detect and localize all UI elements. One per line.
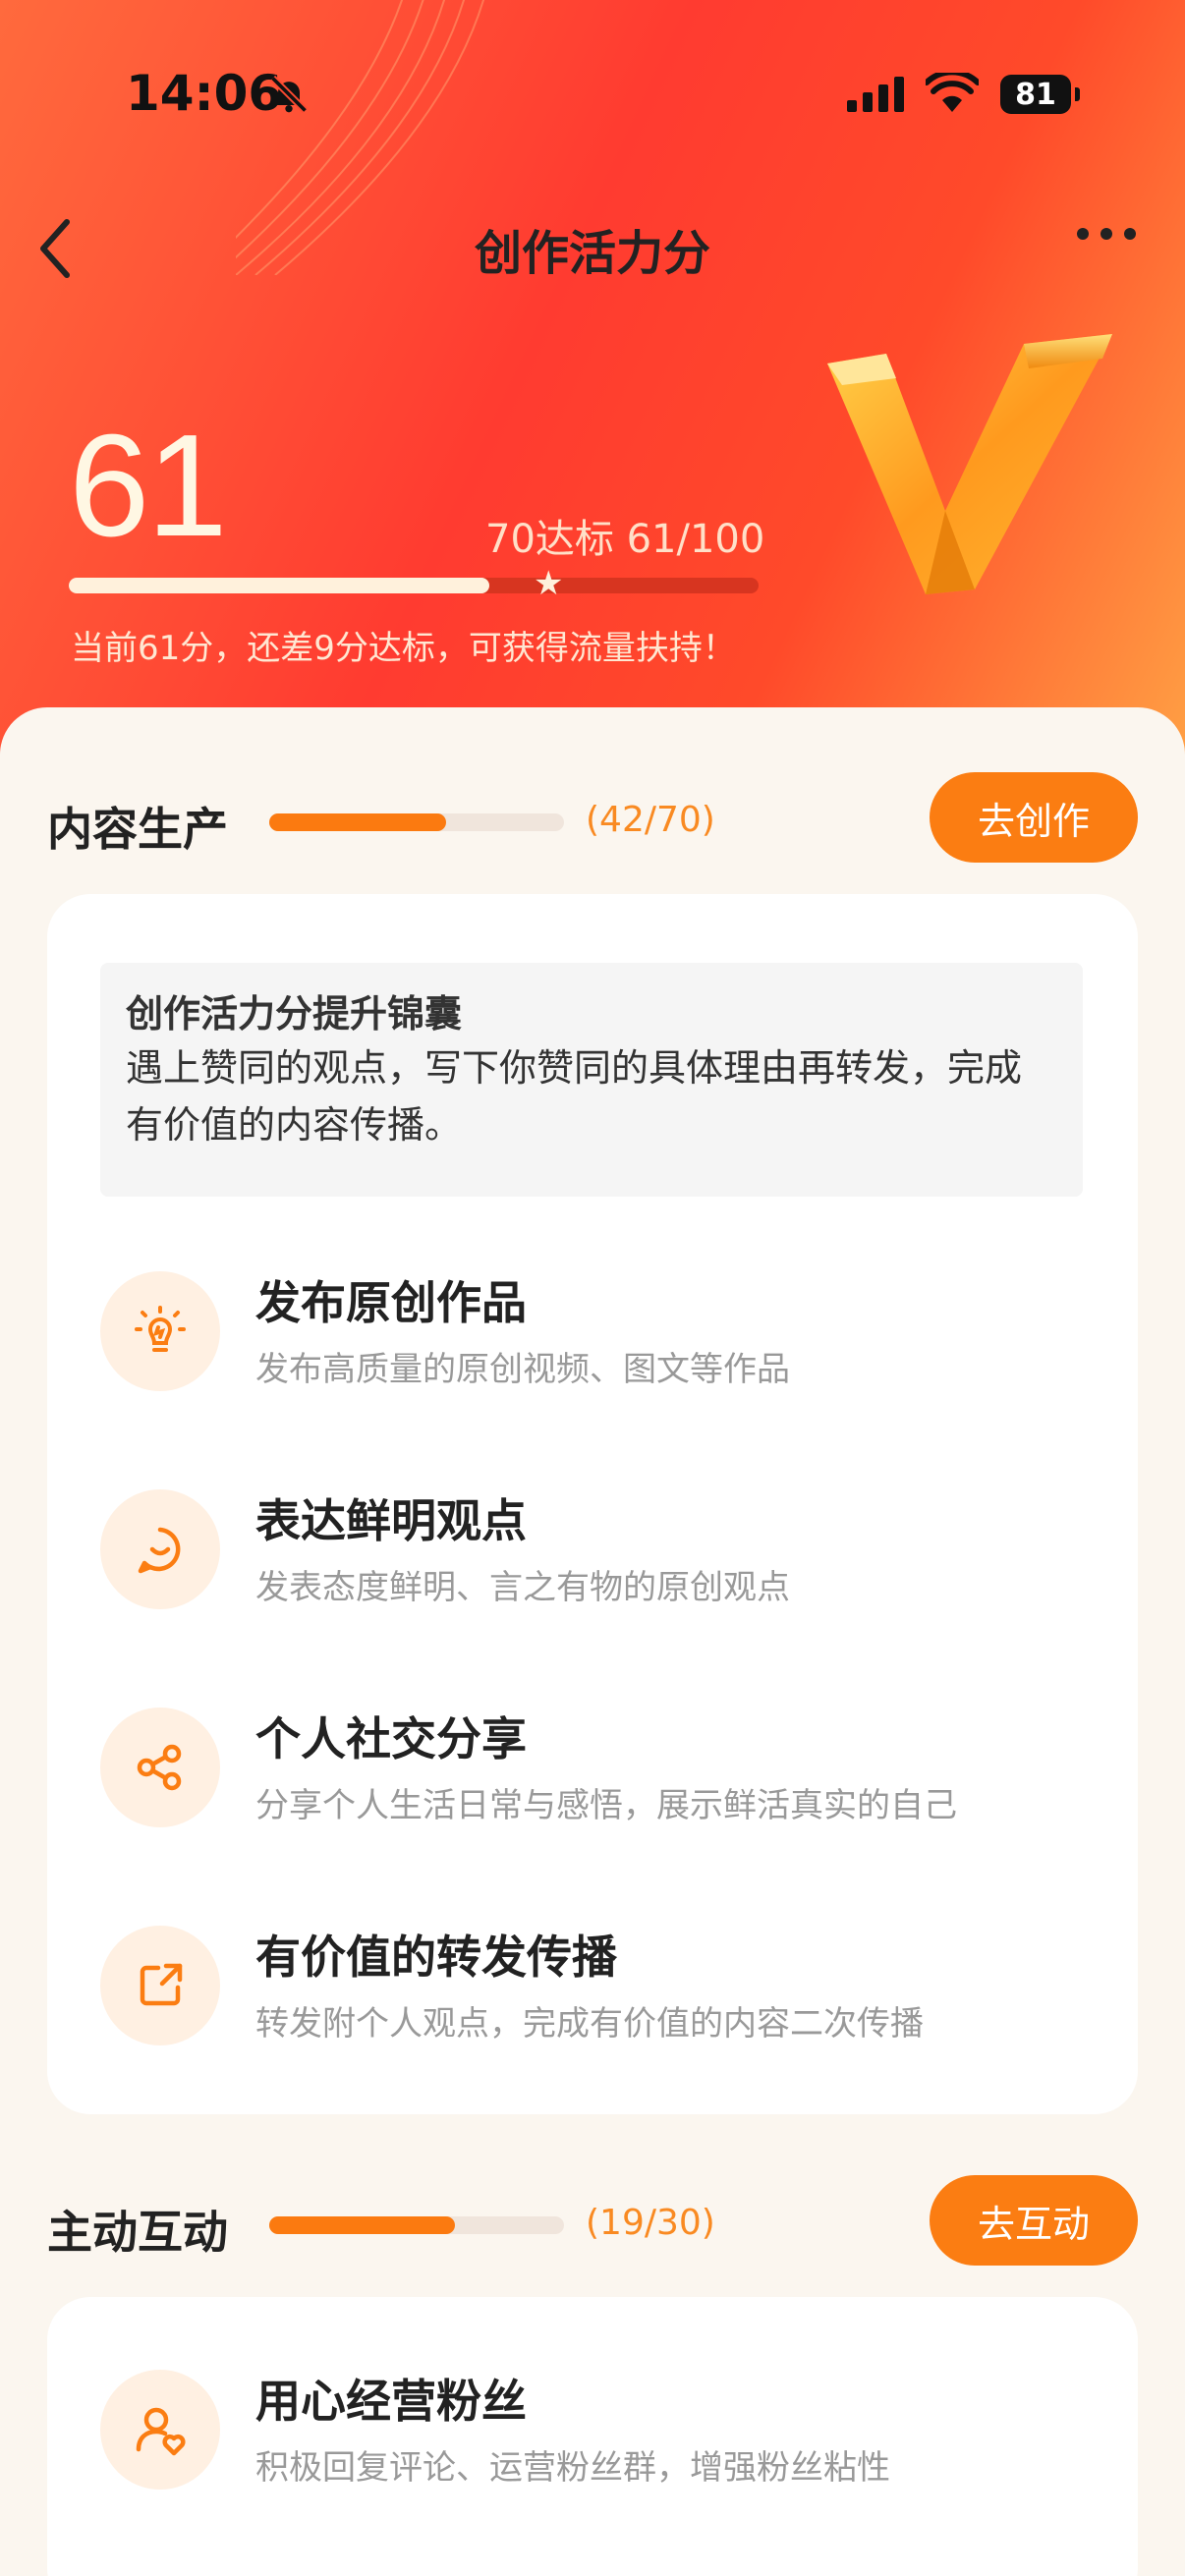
go-interact-button[interactable]: 去互动: [930, 2175, 1138, 2266]
task-desc: 积极回复评论、运营粉丝群，增强粉丝粘性: [255, 2448, 890, 2488]
task-item-fan-management[interactable]: 用心经营粉丝 积极回复评论、运营粉丝群，增强粉丝粘性: [100, 2366, 1083, 2493]
score-progress-bar: [69, 578, 759, 593]
task-desc: 发布高质量的原创视频、图文等作品: [255, 1350, 790, 1389]
lightbulb-icon: [100, 1271, 220, 1391]
hero-banner: 14:06 81 创作活力分 61 70达标 61/100 ★ 当前61分，还差…: [0, 0, 1185, 766]
task-title: 用心经营粉丝: [255, 2375, 527, 2428]
forward-icon: [100, 1926, 220, 2045]
task-desc: 分享个人生活日常与感悟，展示鲜活真实的自己: [255, 1786, 957, 1825]
more-options-icon[interactable]: [1077, 228, 1136, 240]
tasks-panel: 内容生产 (42/70) 去创作 创作活力分提升锦囊 遇上赞同的观点，写下你赞同…: [0, 707, 1185, 2576]
tip-title: 创作活力分提升锦囊: [126, 992, 463, 1036]
page-title: 创作活力分: [474, 226, 710, 281]
score-hint: 当前61分，还差9分达标，可获得流量扶持！: [71, 629, 736, 668]
cellular-signal-icon: [847, 77, 904, 112]
share-icon: [100, 1708, 220, 1827]
section-title: 内容生产: [47, 803, 228, 856]
status-bar: 14:06 81: [0, 0, 1185, 187]
section-progress-fill: [269, 813, 446, 831]
task-item-valuable-forward[interactable]: 有价值的转发传播 转发附个人观点，完成有价值的内容二次传播: [100, 1922, 1083, 2049]
battery-indicator: 81: [1000, 75, 1080, 114]
section-title: 主动互动: [47, 2206, 228, 2259]
status-time: 14:06: [126, 65, 283, 122]
task-title: 个人社交分享: [255, 1712, 527, 1765]
section-progress-bar: [269, 813, 564, 831]
go-create-button[interactable]: 去创作: [930, 772, 1138, 863]
section-count: (42/70): [586, 800, 715, 840]
task-title: 表达鲜明观点: [255, 1494, 527, 1547]
vitality-score: 61: [69, 405, 228, 567]
wifi-icon: [926, 73, 979, 112]
bell-muted-icon: [269, 75, 309, 114]
section-count: (19/30): [586, 2203, 715, 2243]
content-production-card: 创作活力分提升锦囊 遇上赞同的观点，写下你赞同的具体理由再转发，完成有价值的内容…: [47, 894, 1138, 2114]
task-desc: 转发附个人观点，完成有价值的内容二次传播: [255, 2004, 924, 2044]
target-score-text: 70达标 61/100: [485, 517, 765, 562]
score-progress-fill: [69, 578, 490, 593]
chat-smile-icon: [100, 1489, 220, 1609]
task-title: 发布原创作品: [255, 1276, 527, 1329]
section-content-production: 内容生产 (42/70) 去创作: [0, 772, 1185, 870]
target-star-icon: ★: [534, 564, 564, 603]
section-active-interaction: 主动互动 (19/30) 去互动: [0, 2175, 1185, 2273]
tip-box: 创作活力分提升锦囊 遇上赞同的观点，写下你赞同的具体理由再转发，完成有价值的内容…: [100, 963, 1083, 1197]
task-item-original-works[interactable]: 发布原创作品 发布高质量的原创视频、图文等作品: [100, 1267, 1083, 1395]
task-item-social-share[interactable]: 个人社交分享 分享个人生活日常与感悟，展示鲜活真实的自己: [100, 1704, 1083, 1831]
active-interaction-card: 用心经营粉丝 积极回复评论、运营粉丝群，增强粉丝粘性: [47, 2297, 1138, 2576]
task-title: 有价值的转发传播: [255, 1931, 617, 1984]
section-progress-fill: [269, 2216, 455, 2234]
v-badge-logo: [827, 334, 1112, 594]
fans-heart-icon: [100, 2370, 220, 2490]
task-item-clear-opinion[interactable]: 表达鲜明观点 发表态度鲜明、言之有物的原创观点: [100, 1485, 1083, 1613]
tip-body: 遇上赞同的观点，写下你赞同的具体理由再转发，完成有价值的内容传播。: [126, 1046, 1023, 1147]
section-progress-bar: [269, 2216, 564, 2234]
task-desc: 发表态度鲜明、言之有物的原创观点: [255, 1568, 790, 1607]
